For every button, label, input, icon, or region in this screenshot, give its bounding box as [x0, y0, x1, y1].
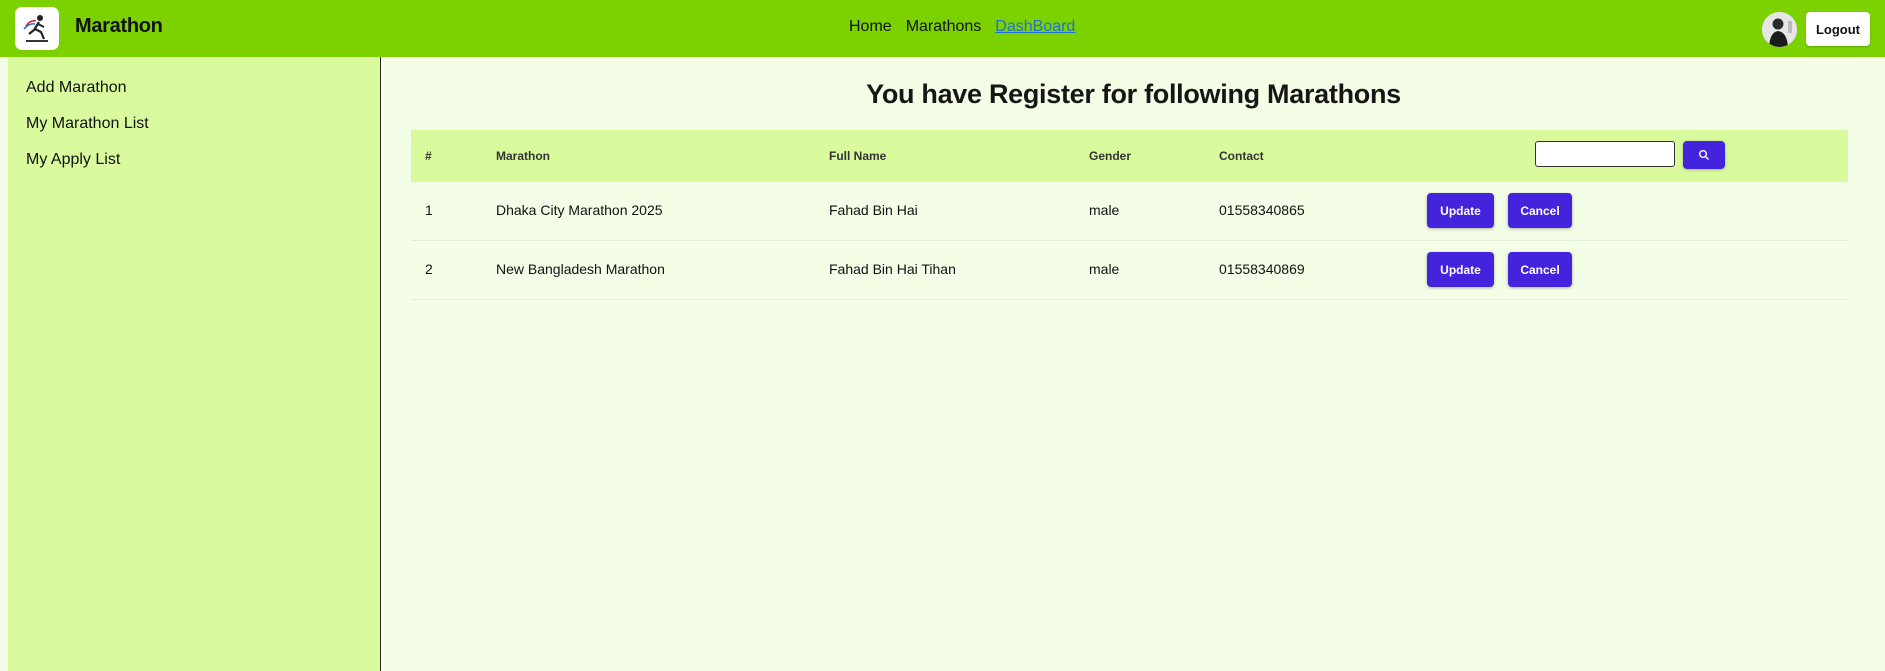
page-title: You have Register for following Marathon… — [866, 79, 1401, 109]
cell-contact: 01558340869 — [1219, 261, 1305, 277]
cancel-button[interactable]: Cancel — [1508, 252, 1572, 287]
brand-name[interactable]: Marathon — [75, 15, 163, 38]
cell-full-name: Fahad Bin Hai Tihan — [829, 261, 956, 277]
column-header-full-name: Full Name — [829, 149, 887, 163]
cell-contact: 01558340865 — [1219, 202, 1305, 218]
registrations-table: # Marathon Full Name Gender Contact 1 Dh… — [411, 130, 1848, 300]
table-header: # Marathon Full Name Gender Contact — [411, 130, 1848, 182]
column-header-gender: Gender — [1089, 149, 1132, 163]
dashboard-sidebar: Add Marathon My Marathon List My Apply L… — [8, 57, 381, 671]
nav-link-home[interactable]: Home — [849, 18, 892, 36]
main-nav: Home Marathons DashBoard — [849, 18, 1075, 36]
column-header-index: # — [425, 149, 432, 163]
column-header-marathon: Marathon — [496, 149, 550, 163]
cell-marathon: New Bangladesh Marathon — [496, 261, 665, 277]
column-header-contact: Contact — [1219, 149, 1264, 163]
table-row: 2 New Bangladesh Marathon Fahad Bin Hai … — [411, 241, 1848, 300]
update-button[interactable]: Update — [1427, 193, 1494, 228]
cell-index: 1 — [425, 202, 433, 218]
cell-full-name: Fahad Bin Hai — [829, 202, 918, 218]
nav-link-marathons[interactable]: Marathons — [906, 18, 982, 36]
cell-gender: male — [1089, 202, 1120, 218]
page-edge — [0, 57, 8, 671]
top-navbar: Marathon Home Marathons DashBoard Logout — [0, 0, 1885, 57]
marathon-logo-icon[interactable] — [15, 7, 59, 50]
logout-button[interactable]: Logout — [1806, 12, 1870, 46]
sidebar-item-add-marathon[interactable]: Add Marathon — [26, 79, 127, 97]
user-avatar[interactable] — [1762, 12, 1797, 47]
sidebar-item-my-apply-list[interactable]: My Apply List — [26, 151, 120, 169]
table-row: 1 Dhaka City Marathon 2025 Fahad Bin Hai… — [411, 182, 1848, 241]
cell-gender: male — [1089, 261, 1120, 277]
cell-index: 2 — [425, 261, 433, 277]
sidebar-item-my-marathon-list[interactable]: My Marathon List — [26, 115, 149, 133]
main-content: You have Register for following Marathon… — [382, 57, 1885, 671]
search-icon — [1699, 150, 1709, 160]
cell-marathon: Dhaka City Marathon 2025 — [496, 202, 663, 218]
cancel-button[interactable]: Cancel — [1508, 193, 1572, 228]
nav-link-dashboard[interactable]: DashBoard — [995, 18, 1075, 36]
search-button[interactable] — [1683, 141, 1725, 169]
update-button[interactable]: Update — [1427, 252, 1494, 287]
search-input[interactable] — [1535, 141, 1675, 167]
